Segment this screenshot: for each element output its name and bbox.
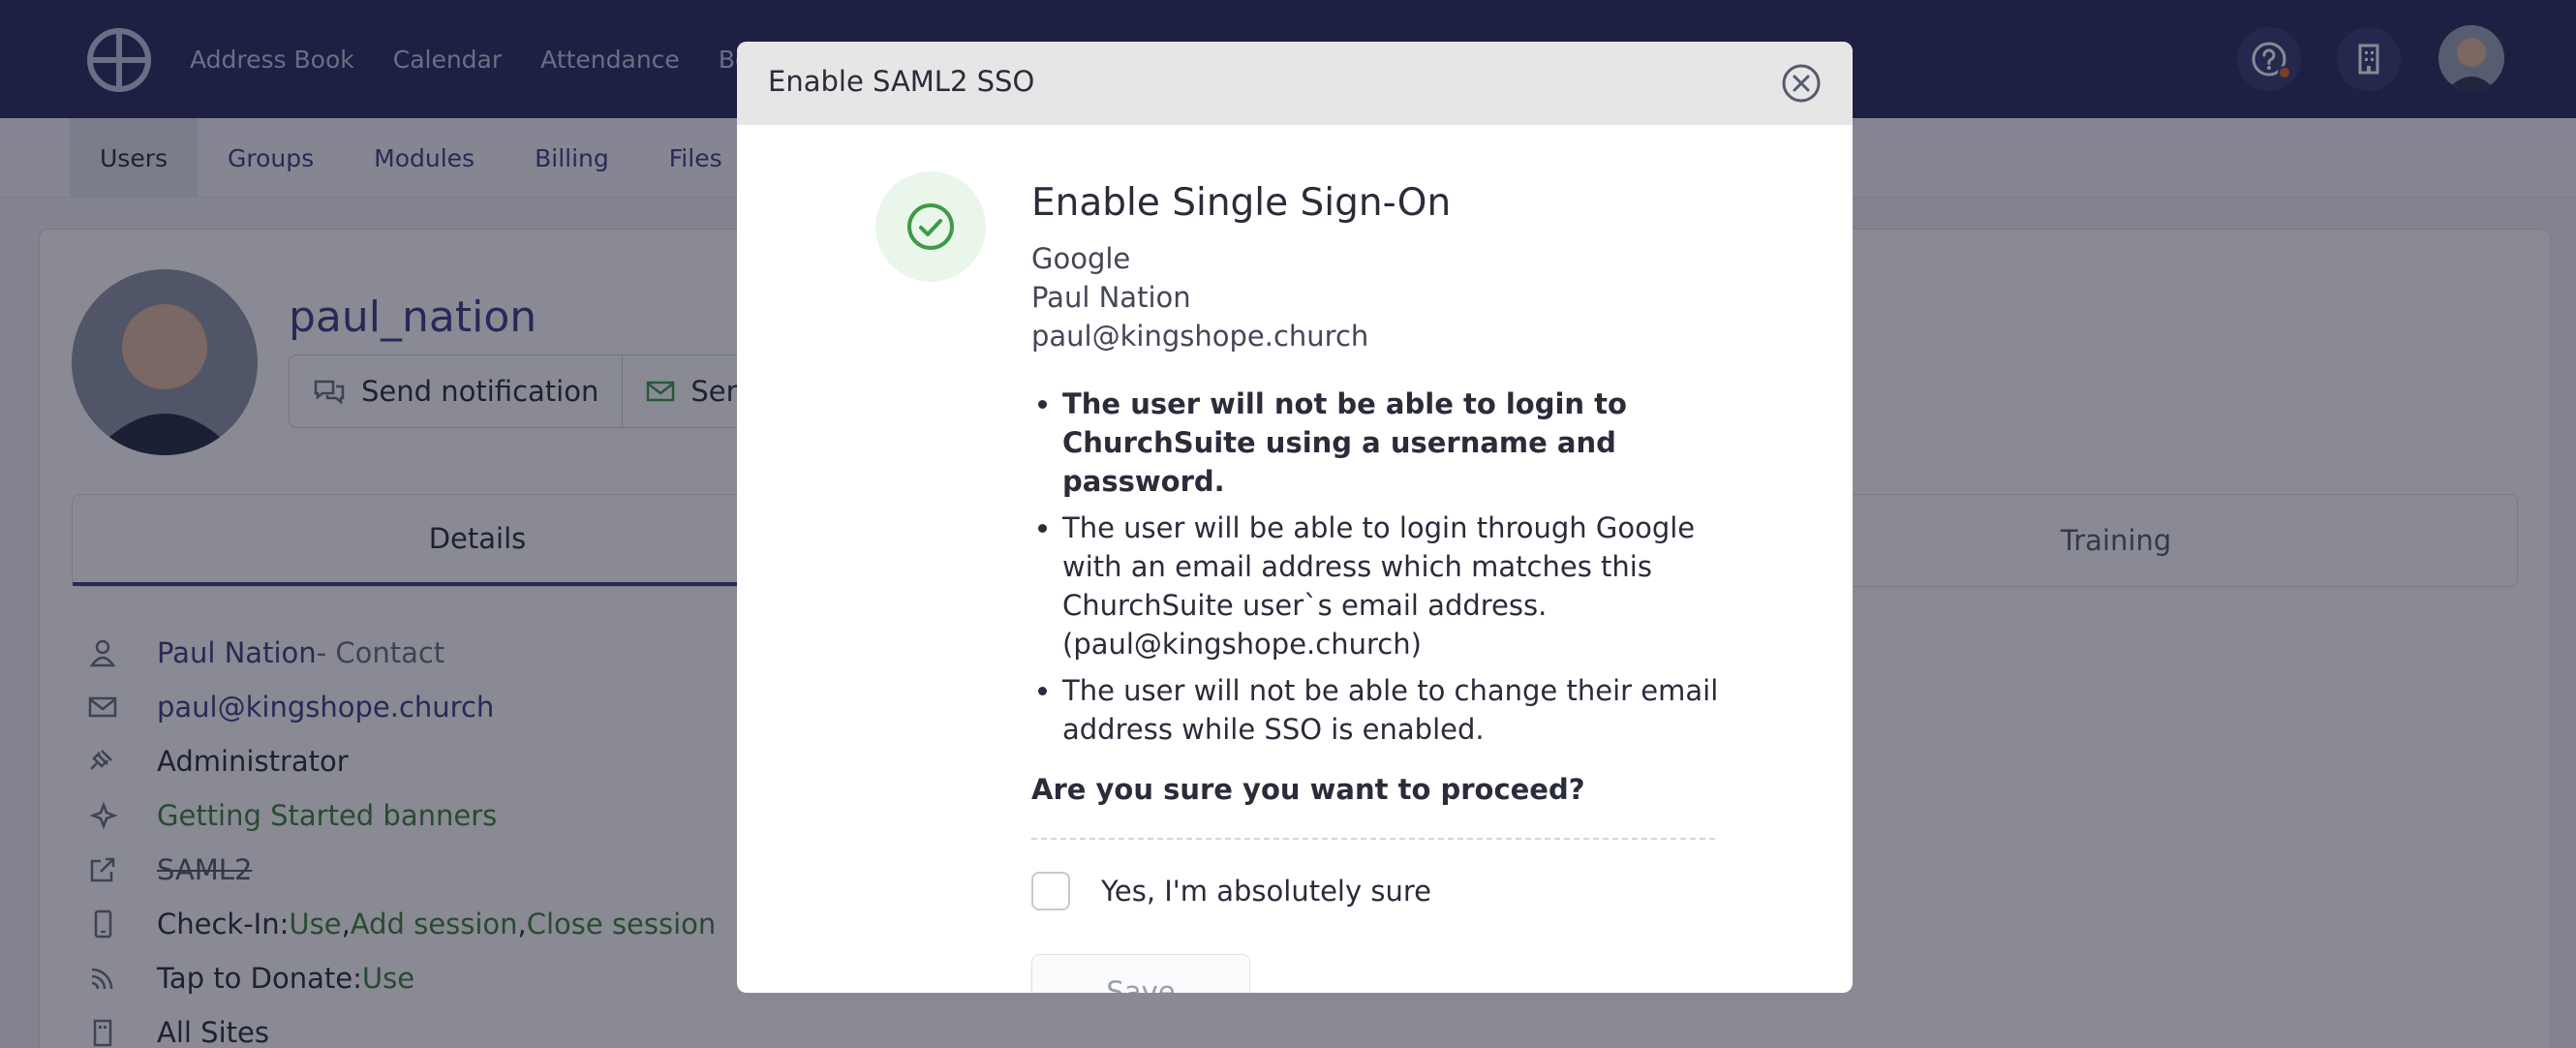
confirm-checkbox[interactable] — [1031, 872, 1070, 910]
save-button[interactable]: Save — [1031, 954, 1250, 993]
sso-provider: Google — [1031, 242, 1131, 275]
modal-header: Enable SAML2 SSO — [737, 42, 1853, 125]
modal-title: Enable SAML2 SSO — [768, 65, 1035, 98]
divider — [1031, 838, 1715, 840]
confirm-question: Are you sure you want to proceed? — [1031, 773, 1585, 806]
warning-item: The user will not be able to change thei… — [1062, 671, 1719, 749]
confirm-checkbox-label[interactable]: Yes, I'm absolutely sure — [1101, 875, 1431, 908]
sso-user-email: paul@kingshope.church — [1031, 320, 1369, 353]
sso-user-name: Paul Nation — [1031, 281, 1191, 314]
close-icon[interactable] — [1781, 63, 1822, 104]
check-circle-icon — [907, 203, 954, 250]
enable-saml-modal: Enable SAML2 SSO Enable Single Sign-On G… — [737, 42, 1853, 993]
success-badge — [875, 171, 986, 282]
modal-heading: Enable Single Sign-On — [1031, 181, 1452, 225]
sso-warning-list: The user will not be able to login to Ch… — [1031, 385, 1719, 749]
warning-item: The user will not be able to login to Ch… — [1062, 385, 1719, 501]
modal-content: Enable Single Sign-On Google Paul Nation… — [1031, 177, 1719, 993]
confirm-checkbox-row: Yes, I'm absolutely sure — [1031, 871, 1719, 911]
warning-item: The user will be able to login through G… — [1062, 509, 1719, 663]
